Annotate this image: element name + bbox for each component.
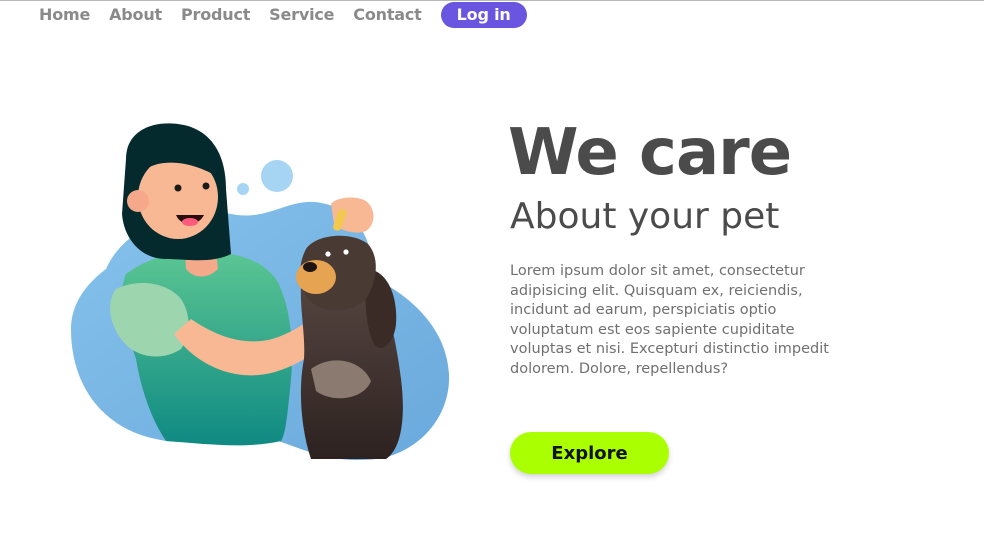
dog-eye-left xyxy=(325,251,331,257)
page: Home About Product Service Contact Log i… xyxy=(0,0,984,540)
bubble-small xyxy=(237,183,249,195)
woman-ear xyxy=(127,190,149,212)
login-button[interactable]: Log in xyxy=(440,2,527,28)
woman-eye-left xyxy=(174,184,182,192)
explore-button[interactable]: Explore xyxy=(510,432,669,474)
bubble-large xyxy=(261,160,293,192)
dog-eye-right xyxy=(343,249,349,255)
hero-subtitle: About your pet xyxy=(510,196,780,237)
top-nav: Home About Product Service Contact Log i… xyxy=(39,1,546,29)
woman-with-dog-illustration xyxy=(66,119,458,465)
nav-link-home[interactable]: Home xyxy=(39,1,90,29)
woman-eye-right xyxy=(202,182,210,190)
woman-tongue xyxy=(182,218,198,226)
hero-body-text: Lorem ipsum dolor sit amet, consectetur … xyxy=(510,263,829,377)
nav-link-service[interactable]: Service xyxy=(269,1,334,29)
hero-title: We care xyxy=(508,116,792,190)
nav-link-contact[interactable]: Contact xyxy=(353,1,422,29)
nav-link-about[interactable]: About xyxy=(109,1,162,29)
dog-nose xyxy=(303,262,317,272)
nav-link-product[interactable]: Product xyxy=(181,1,250,29)
illustration-svg xyxy=(71,123,450,460)
